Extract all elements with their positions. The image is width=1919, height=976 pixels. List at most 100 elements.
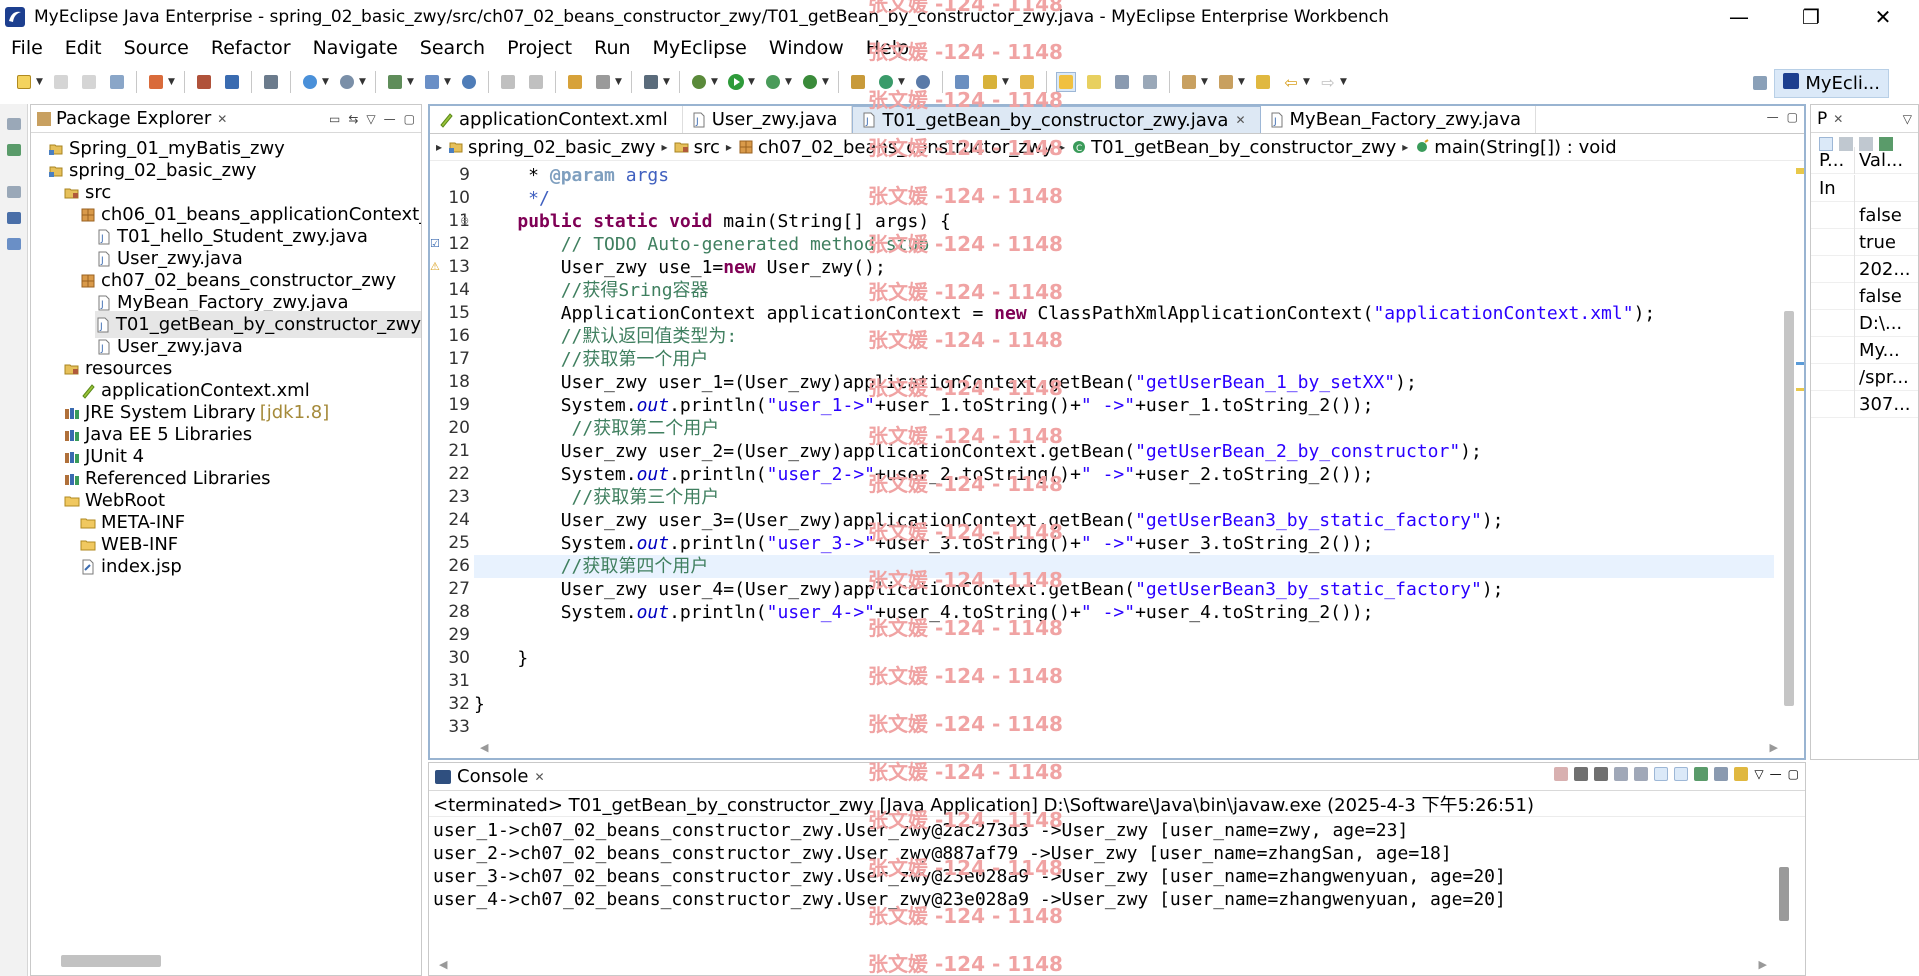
console-vertical-scrollbar[interactable] [1779,867,1789,921]
code-area[interactable]: * @param args */ public static void main… [474,164,1784,734]
terminal-icon[interactable] [261,72,281,92]
close-icon[interactable]: ✕ [1833,112,1843,126]
minimize-editor-icon[interactable]: — [1767,110,1779,124]
new-server-icon[interactable] [422,72,442,92]
open-console-icon[interactable] [1734,767,1749,781]
property-row[interactable]: false [1811,201,1918,229]
open-perspective-icon[interactable] [848,72,868,92]
horizontal-scrollbar[interactable] [61,955,161,967]
toggle-mark-icon[interactable] [498,72,518,92]
external-tools-icon[interactable] [800,72,820,92]
code-line[interactable]: // TODO Auto-generated method stub [474,233,1774,256]
code-line[interactable]: //获取第二个用户 [474,417,1774,440]
property-column-header[interactable]: P... [1811,146,1855,174]
code-line[interactable] [474,670,1774,693]
menu-help[interactable]: Help [855,37,920,59]
minimize-button[interactable]: — [1703,0,1775,34]
save-icon[interactable] [51,72,71,92]
menu-run[interactable]: Run [583,37,641,59]
maximize-view-icon[interactable]: ▢ [404,112,415,126]
show-whitespace-icon[interactable] [1140,72,1160,92]
monitor-icon[interactable] [641,72,661,92]
menu-source[interactable]: Source [113,37,200,59]
property-row[interactable]: false [1811,282,1918,310]
hierarchy-icon[interactable] [7,144,21,156]
code-line[interactable]: //获取第一个用户 [474,348,1774,371]
clear-console-icon[interactable] [1614,767,1629,781]
menu-project[interactable]: Project [496,37,583,59]
property-row[interactable]: My... [1811,336,1918,364]
block-selection-icon[interactable] [1112,72,1132,92]
close-icon[interactable]: ✕ [217,112,227,126]
close-icon[interactable]: ✕ [534,770,544,784]
property-row[interactable]: true [1811,228,1918,256]
code-line[interactable]: User_zwy user_1=(User_zwy)applicationCon… [474,371,1774,394]
overview-ruler[interactable] [1796,164,1804,724]
open-element-icon[interactable] [952,72,972,92]
open-type-icon[interactable] [337,72,357,92]
breadcrumb-item[interactable]: src [674,137,720,158]
breadcrumb-arrow-icon[interactable]: ▸ [1402,140,1408,154]
debug-icon[interactable] [689,72,709,92]
view-menu-icon[interactable]: ▽ [366,112,375,126]
menu-navigate[interactable]: Navigate [302,37,409,59]
breadcrumb-arrow-icon[interactable]: ▸ [726,140,732,154]
minimized-view-icon[interactable] [7,186,21,198]
code-line[interactable]: } [474,693,1774,716]
servers-icon[interactable] [7,212,21,224]
code-line[interactable]: //获取第四个用户 [474,555,1774,578]
property-row[interactable]: 307... [1811,390,1918,418]
minimize-view-icon[interactable]: — [1770,767,1782,781]
properties-tab[interactable]: P ✕ ▽ [1811,105,1918,133]
code-line[interactable]: System.out.println("user_1->"+user_1.toS… [474,394,1774,417]
code-line[interactable]: User_zwy use_1=new User_zwy(); [474,256,1774,279]
property-row[interactable]: In [1811,174,1918,202]
previous-annotation-icon[interactable] [1216,72,1236,92]
maximize-editor-icon[interactable]: ▢ [1787,110,1798,124]
code-line[interactable]: System.out.println("user_4->"+user_4.toS… [474,601,1774,624]
code-line[interactable] [474,716,1774,734]
editor-vertical-scrollbar[interactable] [1784,311,1794,706]
mark-occurrences-icon[interactable] [1056,72,1076,92]
scroll-lock-icon[interactable] [1634,767,1649,781]
scroll-left-icon[interactable]: ◀ [480,741,488,754]
menu-file[interactable]: File [0,37,54,59]
open-perspective-button-icon[interactable] [1750,73,1770,93]
code-line[interactable]: User_zwy user_4=(User_zwy)applicationCon… [474,578,1774,601]
next-annotation-icon[interactable] [1179,72,1199,92]
display-console-icon[interactable] [1714,767,1729,781]
search-icon[interactable] [913,72,933,92]
code-line[interactable]: //获得Sring容器 [474,279,1774,302]
breadcrumb-item[interactable]: ch07_02_beans_constructor_zwy [738,137,1053,158]
close-tab-icon[interactable]: ✕ [1235,113,1245,127]
build-icon[interactable] [565,72,585,92]
show-on-output-icon[interactable] [1674,767,1689,781]
code-line[interactable] [474,624,1774,647]
run-coverage-icon[interactable] [763,72,783,92]
highlight-icon[interactable] [1084,72,1104,92]
scroll-right-icon[interactable]: ▶ [1759,958,1767,971]
package-explorer-tab[interactable]: Package Explorer ✕ ▭ ⇆ ▽ — ▢ [31,105,421,133]
pin-console-icon[interactable] [1694,767,1709,781]
code-line[interactable]: System.out.println("user_2->"+user_2.toS… [474,463,1774,486]
menu-search[interactable]: Search [409,37,496,59]
edit-icon[interactable] [526,72,546,92]
view-menu-icon[interactable]: ▽ [1754,767,1763,781]
maximize-view-icon[interactable]: ▢ [1788,767,1799,781]
tool-pencil-icon[interactable] [980,72,1000,92]
breadcrumb-arrow-icon[interactable]: ▸ [1059,140,1065,154]
value-column-header[interactable]: Val... [1855,150,1903,171]
code-line[interactable]: public static void main(String[] args) { [474,210,1774,233]
tree-item[interactable]: index.jsp [79,553,182,580]
scroll-left-icon[interactable]: ◀ [439,958,447,971]
code-line[interactable]: System.out.println("user_3->"+user_3.toS… [474,532,1774,555]
refresh-icon[interactable] [593,72,613,92]
save-all-icon[interactable] [79,72,99,92]
breadcrumb-item[interactable]: C T01_getBean_by_constructor_zwy [1071,137,1396,158]
console-horizontal-scrollbar[interactable]: ◀ ▶ [433,955,1773,973]
scroll-right-icon[interactable]: ▶ [1770,741,1778,754]
property-row[interactable]: D:\... [1811,309,1918,337]
open-task-icon[interactable] [876,72,896,92]
menu-myeclipse[interactable]: MyEclipse [642,37,758,59]
editor-tab[interactable]: J MyBean_Factory_zwy.java [1261,106,1537,133]
